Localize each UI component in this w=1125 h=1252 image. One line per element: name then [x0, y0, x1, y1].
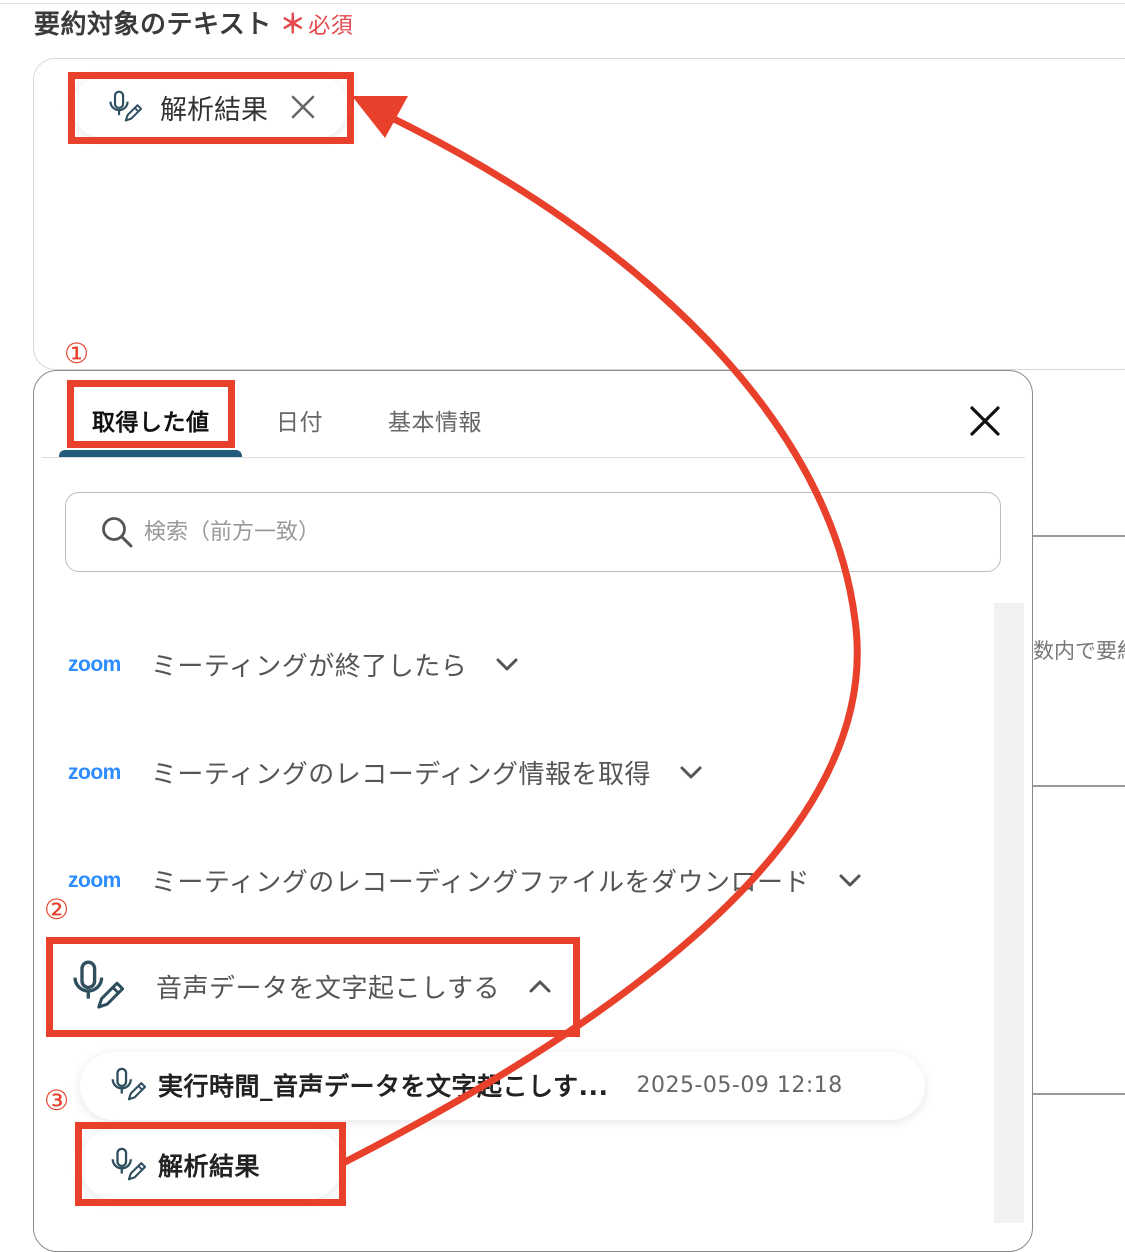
item-value: 2025-05-09 12:18	[636, 1072, 843, 1098]
scrollbar-track[interactable]	[994, 603, 1024, 1223]
group-row-meeting-ended[interactable]: zoom ミーティングが終了したら	[68, 646, 519, 683]
tab-date[interactable]: 日付	[276, 403, 323, 437]
zoom-logo: zoom	[68, 868, 121, 892]
list-item-content: 実行時間_音声データを文字起こしす... 2025-05-09 12:18	[108, 1066, 843, 1104]
group-row-recording-info[interactable]: zoom ミーティングのレコーディング情報を取得	[68, 754, 703, 791]
group-label: ミーティングのレコーディング情報を取得	[150, 760, 651, 790]
zoom-logo: zoom	[68, 760, 121, 784]
required-mark: ＊	[279, 10, 307, 40]
chip-label: 解析結果	[160, 94, 268, 126]
bg-divider	[1031, 535, 1125, 537]
list-item-content: 解析結果	[108, 1146, 260, 1184]
mic-pen-icon	[108, 1146, 146, 1184]
bg-divider	[1031, 785, 1125, 787]
mic-pen-icon	[108, 1066, 146, 1104]
bg-divider	[1031, 1093, 1125, 1095]
required-text: 必須	[308, 14, 354, 39]
chevron-down-icon	[838, 873, 862, 889]
group-label: ミーティングのレコーディングファイルをダウンロード	[150, 868, 810, 898]
chevron-down-icon	[495, 657, 519, 673]
tab-acquired-values[interactable]: 取得した値	[92, 403, 210, 437]
group-row-transcribe-audio[interactable]: 音声データを文字起こしする	[68, 958, 552, 1014]
step-number-1: ①	[64, 337, 90, 370]
chevron-up-icon	[528, 978, 552, 994]
background-hint-text: 数内で要約	[1033, 639, 1125, 663]
step-number-2: ②	[44, 893, 70, 926]
selected-value-chip[interactable]: 解析結果	[72, 76, 348, 138]
item-label: 実行時間_音声データを文字起こしす...	[158, 1072, 609, 1101]
group-row-recording-download[interactable]: zoom ミーティングのレコーディングファイルをダウンロード	[68, 862, 862, 899]
chevron-down-icon	[679, 765, 703, 781]
search-icon	[102, 517, 133, 548]
search-box[interactable]	[65, 492, 1001, 572]
step-number-3: ③	[44, 1084, 70, 1117]
field-label: 要約対象のテキスト ＊必須	[34, 4, 353, 41]
zoom-logo: zoom	[68, 652, 121, 676]
search-input[interactable]	[142, 518, 946, 546]
field-label-text: 要約対象のテキスト	[34, 10, 272, 40]
mic-pen-icon	[106, 89, 142, 125]
group-label: ミーティングが終了したら	[150, 652, 468, 682]
remove-chip-icon[interactable]	[290, 94, 316, 120]
tab-divider	[42, 457, 1025, 458]
mic-pen-icon	[68, 958, 124, 1014]
close-icon[interactable]	[966, 402, 1004, 440]
tab-basic-info[interactable]: 基本情報	[388, 403, 482, 437]
item-label: 解析結果	[158, 1152, 261, 1181]
group-label: 音声データを文字起こしする	[156, 973, 500, 1004]
